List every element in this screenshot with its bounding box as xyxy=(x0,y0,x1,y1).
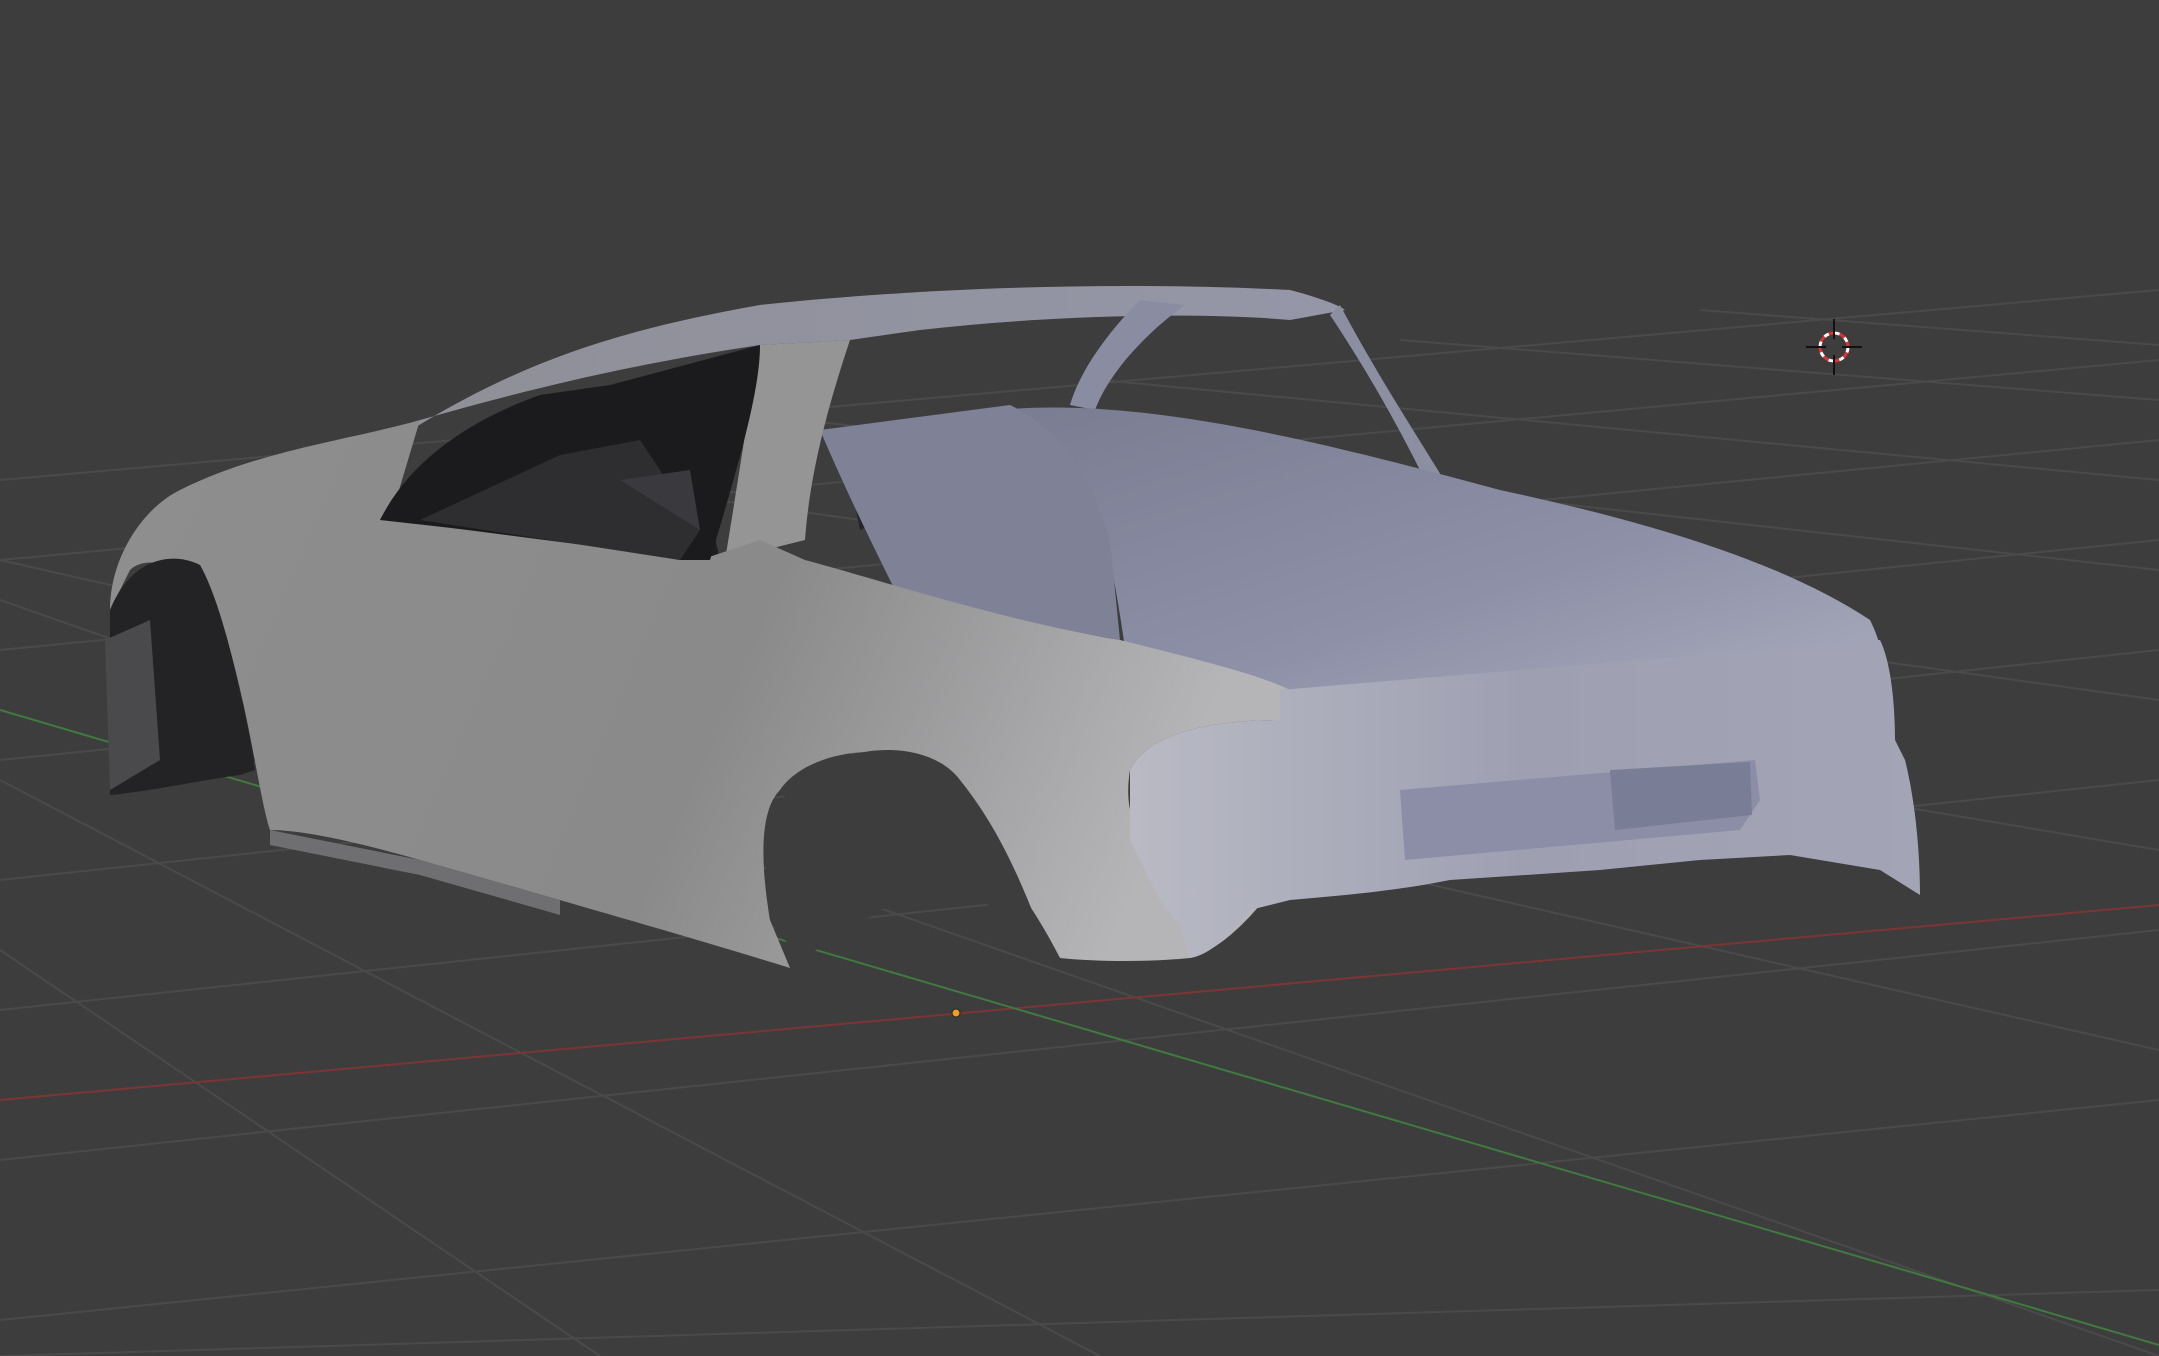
3d-viewport[interactable] xyxy=(0,0,2159,1356)
viewport-canvas[interactable] xyxy=(0,0,2159,1356)
3d-cursor-icon[interactable] xyxy=(1806,319,1862,375)
car-body-mesh[interactable] xyxy=(105,285,1920,968)
object-origin-dot xyxy=(951,1008,961,1018)
